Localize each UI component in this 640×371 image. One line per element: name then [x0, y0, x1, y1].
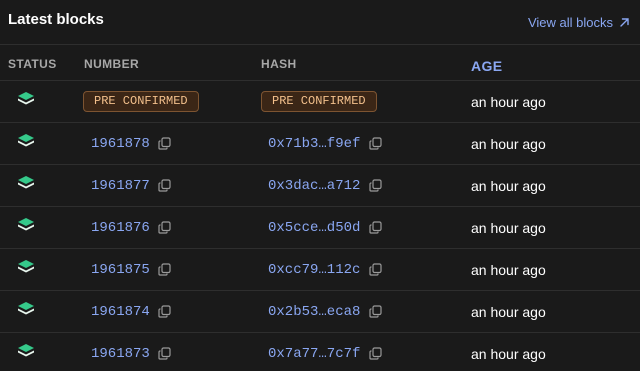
column-header-number: NUMBER [84, 57, 140, 71]
block-age: an hour ago [471, 346, 546, 362]
view-all-label: View all blocks [527, 15, 613, 30]
copy-icon[interactable] [369, 179, 382, 192]
copy-icon[interactable] [158, 305, 171, 318]
block-age: an hour ago [471, 304, 546, 320]
copy-icon[interactable] [158, 263, 171, 276]
block-age: an hour ago [471, 220, 546, 236]
block-hash-link[interactable]: 0xcc79…112c [268, 262, 360, 278]
block-age: an hour ago [471, 94, 546, 110]
block-number-link[interactable]: 1961875 [91, 262, 150, 278]
layers-icon [17, 217, 35, 233]
copy-icon[interactable] [369, 137, 382, 150]
block-number-link[interactable]: 1961878 [91, 136, 150, 152]
layers-icon [17, 259, 35, 275]
layers-icon [17, 91, 35, 107]
table-row: 1961873 0x7a77…7c7f an hour ago [0, 333, 640, 371]
copy-icon[interactable] [369, 347, 382, 360]
layers-icon [17, 301, 35, 317]
table-row: 1961876 0x5cce…d50d an hour ago [0, 207, 640, 249]
table-row: 1961875 0xcc79…112c an hour ago [0, 249, 640, 291]
panel-header: Latest blocks View all blocks [0, 0, 640, 44]
block-hash-link[interactable]: 0x5cce…d50d [268, 220, 360, 236]
table-row: 1961877 0x3dac…a712 an hour ago [0, 165, 640, 207]
block-age: an hour ago [471, 178, 546, 194]
copy-icon[interactable] [158, 221, 171, 234]
copy-icon[interactable] [369, 263, 382, 276]
block-number-link[interactable]: 1961874 [91, 304, 150, 320]
table-row: PRE CONFIRMED PRE CONFIRMED an hour ago [0, 81, 640, 123]
block-number-link[interactable]: 1961877 [91, 178, 150, 194]
table-row: 1961878 0x71b3…f9ef an hour ago [0, 123, 640, 165]
copy-icon[interactable] [369, 305, 382, 318]
column-header-hash: HASH [261, 57, 297, 71]
layers-icon [17, 343, 35, 359]
table-row: 1961874 0x2b53…eca8 an hour ago [0, 291, 640, 333]
copy-icon[interactable] [158, 347, 171, 360]
table-header: STATUS NUMBER HASH AGE [0, 44, 640, 81]
layers-icon [17, 175, 35, 191]
panel-title: Latest blocks [8, 11, 104, 28]
block-number-link[interactable]: 1961876 [91, 220, 150, 236]
block-hash-link[interactable]: 0x3dac…a712 [268, 178, 360, 194]
arrow-up-right-icon [620, 18, 629, 27]
view-all-blocks-link[interactable]: View all blocks [528, 15, 630, 30]
layers-icon [17, 133, 35, 149]
copy-icon[interactable] [158, 179, 171, 192]
block-hash-link[interactable]: 0x7a77…7c7f [268, 346, 360, 362]
latest-blocks-panel: Latest blocks View all blocks STATUS NUM… [0, 0, 640, 371]
column-header-status: STATUS [8, 57, 57, 71]
block-age: an hour ago [471, 262, 546, 278]
pre-confirmed-badge: PRE CONFIRMED [261, 91, 377, 112]
block-number-link[interactable]: 1961873 [91, 346, 150, 362]
copy-icon[interactable] [158, 137, 171, 150]
pre-confirmed-badge: PRE CONFIRMED [83, 91, 199, 112]
block-age: an hour ago [471, 136, 546, 152]
copy-icon[interactable] [369, 221, 382, 234]
block-hash-link[interactable]: 0x71b3…f9ef [268, 136, 360, 152]
block-hash-link[interactable]: 0x2b53…eca8 [268, 304, 360, 320]
column-header-age[interactable]: AGE [471, 58, 503, 74]
